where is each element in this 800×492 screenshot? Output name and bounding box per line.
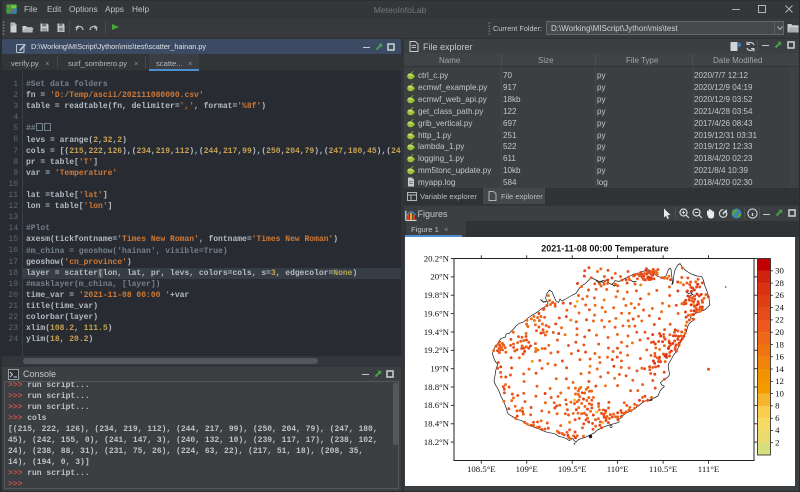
svg-text:109.5°E: 109.5°E [558, 464, 587, 474]
svg-text:2021-11-08 00:00 Temperature: 2021-11-08 00:00 Temperature [541, 244, 668, 254]
svg-text:30: 30 [775, 266, 784, 276]
svg-text:16: 16 [775, 352, 784, 362]
svg-text:28: 28 [775, 278, 784, 288]
svg-text:19.4°N: 19.4°N [424, 327, 450, 337]
svg-text:6: 6 [775, 413, 780, 423]
svg-text:8: 8 [775, 401, 780, 411]
svg-text:14: 14 [775, 364, 784, 374]
svg-text:22: 22 [775, 315, 784, 325]
svg-text:20.2°N: 20.2°N [424, 253, 450, 263]
svg-text:20°N: 20°N [430, 272, 449, 282]
svg-text:111°E: 111°E [698, 464, 719, 474]
svg-text:12: 12 [775, 376, 784, 386]
svg-text:18: 18 [775, 339, 784, 349]
svg-text:110°E: 110°E [607, 464, 629, 474]
svg-text:18.8°N: 18.8°N [424, 382, 450, 392]
svg-text:18.4°N: 18.4°N [424, 419, 450, 429]
svg-text:19°N: 19°N [430, 364, 449, 374]
svg-text:20: 20 [775, 327, 784, 337]
svg-text:109°E: 109°E [516, 464, 538, 474]
svg-text:19.2°N: 19.2°N [424, 345, 450, 355]
svg-text:108.5°E: 108.5°E [467, 464, 496, 474]
svg-text:24: 24 [775, 302, 784, 312]
svg-text:18.6°N: 18.6°N [424, 400, 450, 410]
svg-text:18.2°N: 18.2°N [424, 437, 450, 447]
svg-text:19.8°N: 19.8°N [424, 290, 450, 300]
svg-text:19.6°N: 19.6°N [424, 308, 450, 318]
svg-text:4: 4 [775, 425, 780, 435]
svg-text:26: 26 [775, 290, 784, 300]
svg-text:110.5°E: 110.5°E [649, 464, 677, 474]
svg-text:10: 10 [775, 388, 784, 398]
svg-text:2: 2 [775, 438, 779, 448]
